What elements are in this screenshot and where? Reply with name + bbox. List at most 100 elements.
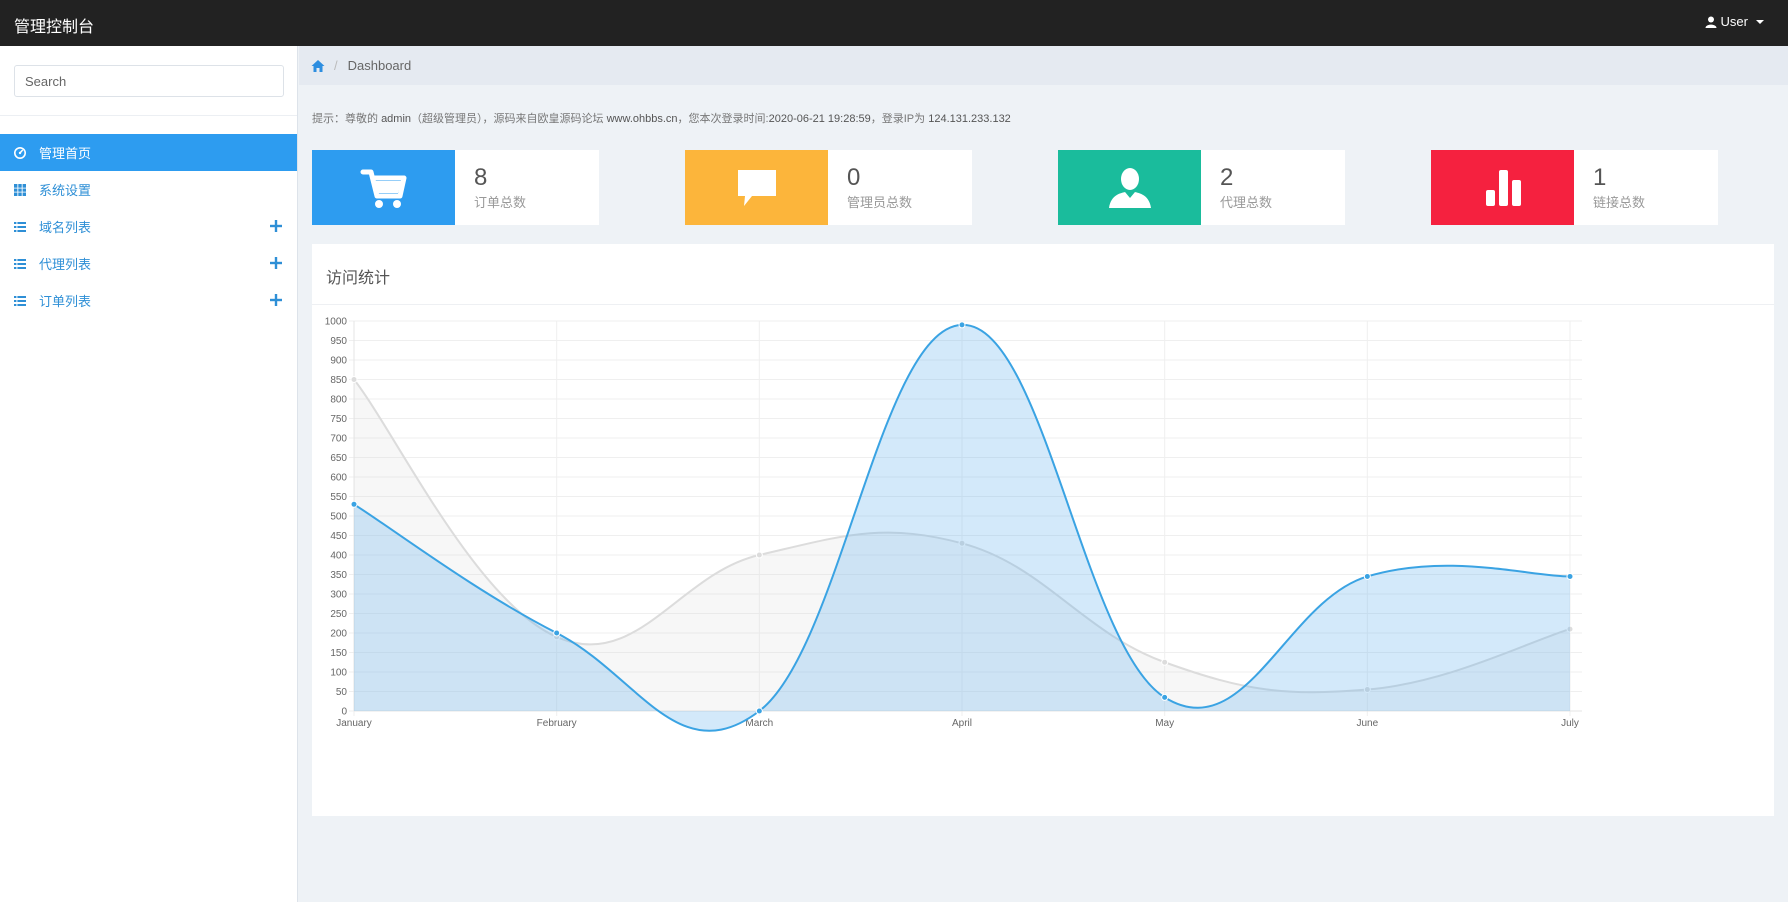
bar-chart-icon: [1485, 169, 1521, 206]
user-icon: [1705, 16, 1717, 28]
y-tick-label: 200: [330, 629, 347, 640]
y-tick-label: 500: [330, 512, 347, 523]
stat-card-links: 1 链接总数: [1431, 150, 1718, 225]
stat-label: 管理员总数: [847, 195, 913, 210]
sidebar-nav: 管理首页 系统设置 域名列表 代理列表 订单列表: [0, 134, 297, 319]
user-menu-button[interactable]: User: [1705, 14, 1764, 29]
plus-icon[interactable]: [270, 294, 282, 306]
plus-icon[interactable]: [270, 220, 282, 232]
x-tick-label: June: [1356, 718, 1378, 729]
stat-label: 代理总数: [1220, 195, 1273, 210]
stat-card-agents: 2 代理总数: [1058, 150, 1345, 225]
y-tick-label: 400: [330, 551, 347, 562]
y-tick-label: 300: [330, 590, 347, 601]
cart-icon: [360, 169, 406, 208]
stat-card-admins: 0 管理员总数: [685, 150, 972, 225]
search-input[interactable]: [14, 65, 284, 97]
sidebar-search: [0, 46, 297, 116]
data-point: [1161, 693, 1169, 701]
notice-role: （超级管理员）: [411, 113, 483, 125]
list-icon: [14, 258, 26, 270]
x-tick-label: February: [537, 718, 577, 729]
notice-source: ，源码来自欧皇源码论坛: [482, 113, 604, 125]
breadcrumb-current: Dashboard: [347, 58, 412, 73]
comment-icon: [737, 169, 776, 206]
x-tick-label: July: [1561, 718, 1579, 729]
y-tick-label: 800: [330, 395, 347, 406]
data-point: [1363, 572, 1371, 580]
visit-chart: 0 50 100 150 200 250 300 350 400 450 500 550 600 650 7…: [325, 317, 1582, 732]
y-tick-label: 750: [330, 414, 347, 425]
y-tick-label: 1000: [325, 317, 348, 328]
y-tick-label: 900: [330, 356, 347, 367]
y-tick-label: 700: [330, 434, 347, 445]
grid-icon: [14, 183, 26, 196]
sidebar-item-agents[interactable]: 代理列表: [0, 245, 297, 282]
data-point: [755, 551, 763, 559]
y-tick-label: 850: [330, 375, 347, 386]
stat-value: 1: [1593, 164, 1607, 191]
sidebar-item-label: 域名列表: [39, 220, 92, 235]
list-icon: [14, 221, 26, 233]
breadcrumb: / Dashboard: [299, 46, 1788, 85]
notice-login-time: 2020-06-21 19:28:59: [768, 113, 871, 125]
x-tick-label: May: [1155, 718, 1174, 729]
sidebar-item-label: 管理首页: [39, 146, 92, 161]
visit-stats-panel: 访问统计 0 50 100 150 200 250 300 350 400 450 500 550 60…: [312, 244, 1774, 816]
y-tick-label: 250: [330, 609, 347, 620]
notice-login-time-label: ，您本次登录时间:: [677, 113, 769, 125]
data-point: [350, 500, 358, 508]
stat-icon-box: [312, 150, 455, 225]
x-tick-label: April: [952, 718, 972, 729]
data-point: [1566, 572, 1574, 580]
stat-icon-box: [1431, 150, 1574, 225]
sidebar-item-label: 代理列表: [39, 257, 92, 272]
data-point: [350, 376, 358, 383]
home-icon[interactable]: [311, 59, 325, 73]
y-tick-label: 150: [330, 648, 347, 659]
stat-label: 订单总数: [474, 195, 527, 210]
login-notice: 提示：尊敬的 admin（超级管理员），源码来自欧皇源码论坛 www.ohbbs…: [312, 110, 1011, 126]
sidebar-item-label: 订单列表: [39, 294, 92, 309]
plus-icon[interactable]: [270, 257, 282, 269]
stat-value: 8: [474, 164, 488, 191]
y-tick-label: 450: [330, 531, 347, 542]
data-point: [553, 629, 561, 637]
data-point: [958, 321, 966, 329]
y-tick-label: 100: [330, 668, 347, 679]
sidebar-item-settings[interactable]: 系统设置: [0, 171, 297, 208]
data-point: [1161, 658, 1169, 666]
brand-title[interactable]: 管理控制台: [14, 13, 94, 37]
sidebar-item-dashboard[interactable]: 管理首页: [0, 134, 297, 171]
user-menu-label: User: [1720, 14, 1748, 29]
y-tick-label: 950: [330, 336, 347, 347]
caret-down-icon: [1756, 19, 1764, 24]
stat-value: 0: [847, 164, 861, 191]
notice-prefix: 提示：尊敬的: [312, 113, 378, 125]
notice-ip-label: ，登录IP为: [870, 113, 926, 125]
series-area: [354, 324, 1570, 731]
top-navbar: 管理控制台 User: [0, 0, 1788, 46]
y-tick-label: 600: [330, 473, 347, 484]
x-tick-label: January: [336, 718, 372, 729]
sidebar-item-orders[interactable]: 订单列表: [0, 282, 297, 319]
stat-card-orders: 8 订单总数: [312, 150, 599, 225]
stat-icon-box: [1058, 150, 1201, 225]
y-tick-label: 0: [341, 707, 347, 718]
data-point: [755, 707, 763, 715]
list-icon: [14, 295, 26, 307]
y-tick-label: 550: [330, 492, 347, 503]
user-icon: [1108, 167, 1151, 208]
stat-icon-box: [685, 150, 828, 225]
sidebar-item-label: 系统设置: [39, 183, 92, 198]
stat-value: 2: [1220, 164, 1234, 191]
breadcrumb-separator: /: [334, 58, 338, 73]
sidebar: 管理首页 系统设置 域名列表 代理列表 订单列表: [0, 46, 298, 902]
notice-ip: 124.131.233.132: [928, 113, 1011, 125]
x-tick-label: March: [745, 718, 773, 729]
sidebar-item-domains[interactable]: 域名列表: [0, 208, 297, 245]
dashboard-icon: [14, 146, 26, 159]
y-tick-label: 50: [336, 687, 348, 698]
stat-label: 链接总数: [1593, 195, 1646, 210]
y-tick-label: 650: [330, 453, 347, 464]
